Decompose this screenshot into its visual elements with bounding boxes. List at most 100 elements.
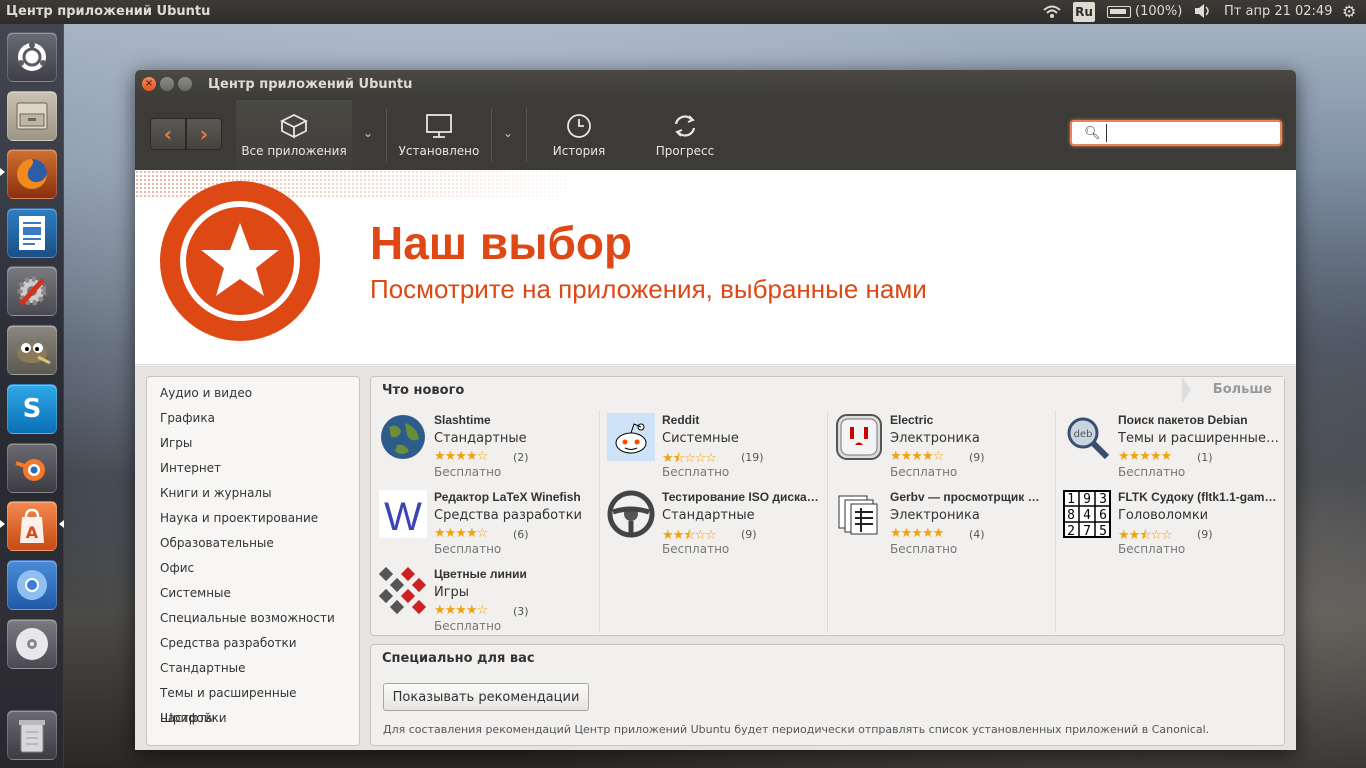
close-button[interactable]: ×	[142, 77, 156, 91]
reddit-icon	[607, 413, 655, 461]
battery-percent[interactable]: (100%)	[1135, 4, 1182, 19]
svg-text:7: 7	[1083, 524, 1091, 538]
blender-icon[interactable]	[7, 443, 57, 493]
battery-icon[interactable]	[1107, 6, 1131, 18]
svg-text:3: 3	[1099, 492, 1107, 507]
panel-app-title: Центр приложений Ubuntu	[6, 4, 211, 19]
app-price: Бесплатно	[890, 465, 958, 479]
dvd-icon[interactable]	[7, 619, 57, 669]
debian-search-icon: deb	[1063, 413, 1111, 461]
steering-wheel-icon	[607, 490, 655, 538]
installed-dropdown-icon[interactable]: ⌄	[503, 126, 513, 140]
firefox-icon[interactable]	[7, 149, 57, 199]
category-item[interactable]: Темы и расширенные настройки	[147, 681, 359, 725]
category-item[interactable]: Книги и журналы	[147, 481, 359, 506]
whats-new-panel: Что нового Больше Slashtime Стандартные ★★…	[370, 376, 1285, 636]
files-icon[interactable]	[7, 91, 57, 141]
toolbar-separator	[526, 108, 527, 162]
app-category: Игры	[434, 585, 470, 600]
category-item[interactable]: Интернет	[147, 456, 359, 481]
toolbar-separator	[491, 108, 492, 162]
svg-text:deb: deb	[1074, 429, 1093, 440]
app-price: Бесплатно	[662, 542, 730, 556]
search-box[interactable]: 🔍︎	[1070, 120, 1282, 146]
search-input[interactable]	[1106, 124, 1276, 142]
app-tile[interactable]: W Редактор LaTeX Winefish Средства разрабо…	[373, 486, 601, 563]
tab-all-apps[interactable]: Все приложения	[236, 100, 352, 170]
category-item[interactable]: Графика	[147, 406, 359, 431]
rating-count: (19)	[741, 451, 764, 464]
svg-text:W: W	[384, 495, 422, 538]
top-panel: Центр приложений Ubuntu Ru (100%) Пт апр…	[0, 0, 1366, 24]
running-pip	[0, 168, 5, 176]
show-recommendations-button[interactable]: Показывать рекомендации	[383, 683, 589, 711]
app-price: Бесплатно	[1118, 465, 1186, 479]
app-tile[interactable]: Цветные линии Игры ★★★★☆ (3) Бесплатно	[373, 563, 601, 640]
chromium-icon[interactable]	[7, 560, 57, 610]
back-button[interactable]: ‹	[150, 118, 186, 150]
tab-progress[interactable]: Прогресс	[645, 100, 725, 170]
app-name: Тестирование ISO диска …	[662, 490, 822, 504]
rating-count: (9)	[1197, 528, 1213, 541]
minimize-button[interactable]	[160, 77, 174, 91]
svg-text:2: 2	[1067, 524, 1075, 538]
clock[interactable]: Пт апр 21 02:49	[1224, 4, 1332, 19]
for-you-title: Специально для вас	[382, 651, 535, 666]
writer-icon[interactable]	[7, 208, 57, 258]
app-category: Электроника	[890, 431, 980, 446]
tab-installed[interactable]: Установлено	[391, 100, 487, 170]
app-tile[interactable]: 1 9 3 8 4 6 2 7 5 FLTK Судоку (fltk1.1-gam… Голово…	[1057, 486, 1285, 563]
software-center-icon[interactable]: A	[7, 501, 57, 551]
app-name: FLTK Судоку (fltk1.1-gam…	[1118, 490, 1277, 504]
category-item[interactable]: Образовательные	[147, 531, 359, 556]
trash-icon[interactable]	[7, 710, 57, 760]
gimp-icon[interactable]	[7, 325, 57, 375]
category-item[interactable]: Средства разработки	[147, 631, 359, 656]
tab-installed-label: Установлено	[398, 144, 480, 158]
app-category: Стандартные	[434, 431, 527, 446]
category-item[interactable]: Игры	[147, 431, 359, 456]
category-item[interactable]: Стандартные	[147, 656, 359, 681]
volume-icon[interactable]	[1193, 3, 1211, 23]
svg-text:8: 8	[1067, 508, 1075, 523]
running-pip	[0, 520, 5, 528]
rating-stars: ★★★★☆	[434, 603, 488, 618]
rating-count: (2)	[513, 451, 529, 464]
all-apps-dropdown-icon[interactable]: ⌄	[363, 126, 373, 140]
banner-title: Наш выбор	[370, 217, 633, 269]
app-tile[interactable]: Тестирование ISO диска … Стандартные ★★⯪☆☆…	[601, 486, 829, 563]
app-tile[interactable]: Electric Электроника ★★★★☆ (9) Бесплатно	[829, 409, 1057, 486]
ubuntu-dash-icon[interactable]	[7, 32, 57, 82]
category-item[interactable]: Системные	[147, 581, 359, 606]
forward-button[interactable]: ›	[186, 118, 222, 150]
app-price: Бесплатно	[434, 465, 502, 479]
app-tile[interactable]: Slashtime Стандартные ★★★★☆ (2) Бесплатно	[373, 409, 601, 486]
rating-count: (6)	[513, 528, 529, 541]
app-tile[interactable]: Gerbv — просмотрщик … Электроника ★★★★★ (4)…	[829, 486, 1057, 563]
category-item[interactable]: Офис	[147, 556, 359, 581]
tab-progress-label: Прогресс	[655, 144, 715, 158]
electric-socket-icon	[835, 413, 883, 461]
category-item[interactable]: Специальные возможности	[147, 606, 359, 631]
skype-icon[interactable]: S	[7, 384, 57, 434]
session-gear-icon[interactable]: ⚙	[1342, 2, 1356, 21]
category-item[interactable]: Аудио и видео	[147, 381, 359, 406]
wifi-icon[interactable]	[1042, 3, 1062, 23]
banner-subtitle: Посмотрите на приложения, выбранные нами	[370, 274, 927, 304]
app-tile[interactable]: deb Поиск пакетов Debian Темы и расширенны…	[1057, 409, 1285, 486]
svg-text:A: A	[26, 523, 39, 542]
star-logo-icon	[160, 181, 320, 341]
more-button[interactable]: Больше	[1180, 377, 1284, 403]
system-settings-icon[interactable]	[7, 266, 57, 316]
category-item[interactable]: Шрифты	[147, 706, 359, 731]
package-icon	[279, 113, 309, 139]
featured-banner[interactable]: Наш выбор Посмотрите на приложения, выбр…	[135, 170, 1296, 365]
app-tile[interactable]: Reddit Системные ★⯪☆☆☆ (19) Бесплатно	[601, 409, 829, 486]
window-title: Центр приложений Ubuntu	[208, 77, 413, 92]
maximize-button[interactable]	[178, 77, 192, 91]
category-item[interactable]: Наука и проектирование	[147, 506, 359, 531]
sudoku-icon: 193 846 275	[1063, 490, 1111, 539]
keyboard-layout-indicator[interactable]: Ru	[1073, 2, 1095, 22]
tab-history[interactable]: История	[539, 100, 619, 170]
globe-icon	[379, 413, 427, 461]
